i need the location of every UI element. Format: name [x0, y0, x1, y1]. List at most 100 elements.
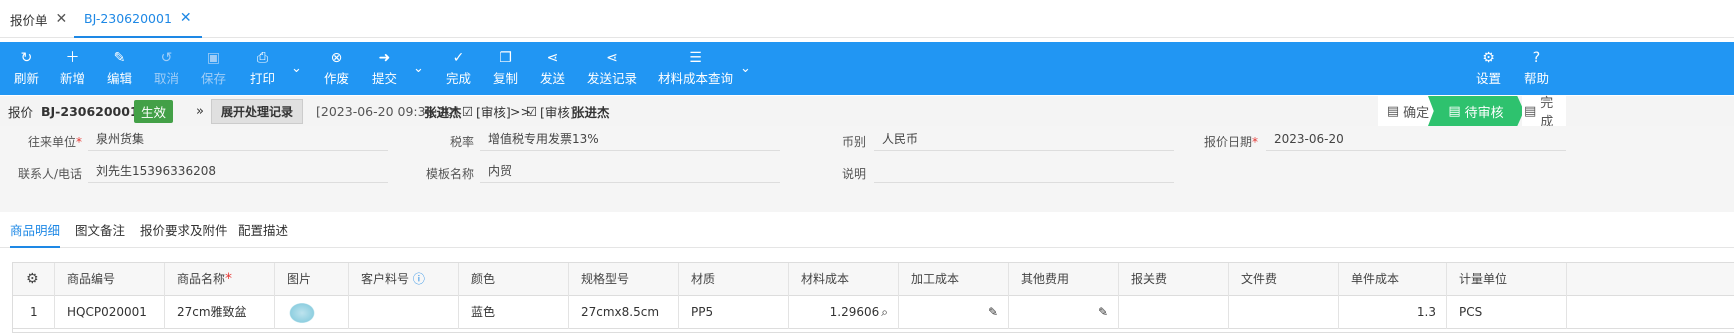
print-button[interactable]: ⎙ 打印: [250, 42, 275, 95]
cell-name[interactable]: 27cm雅致盆: [165, 296, 275, 329]
col-customer-no-text: 客户料号: [361, 272, 410, 286]
step-confirm: ▤ 确定: [1378, 96, 1438, 126]
cell-material-cost[interactable]: 1.29606 ⌕: [789, 296, 899, 329]
close-circle-icon: ⊗: [330, 50, 343, 66]
note-field[interactable]: [874, 159, 1174, 183]
save-button[interactable]: ▣ 保存: [201, 42, 226, 95]
col-name-text: 商品名称: [177, 272, 226, 286]
edit-button[interactable]: ✎ 编辑: [107, 42, 132, 95]
material-cost-value: 1.29606: [829, 305, 880, 319]
cell-code[interactable]: HQCP020001: [55, 296, 165, 329]
cell-other-cost[interactable]: ✎: [1009, 296, 1119, 329]
save-label: 保存: [201, 71, 227, 86]
checkbox-icon: ☑: [462, 103, 474, 119]
tax-field[interactable]: 增值税专用发票13%: [480, 127, 780, 151]
tab-quote-list[interactable]: 报价单 ✕: [10, 0, 67, 38]
product-thumbnail[interactable]: [287, 300, 317, 325]
date-label: 报价日期*: [1196, 133, 1258, 150]
status-badge: 生效: [134, 99, 174, 123]
copy-button[interactable]: ❐ 复制: [493, 42, 518, 95]
search-icon[interactable]: ⌕: [881, 305, 888, 319]
copy-icon: ❐: [499, 50, 512, 66]
cell-process-cost[interactable]: ✎: [899, 296, 1009, 329]
share-icon: ⋖: [546, 50, 559, 66]
refresh-button[interactable]: ↻ 刷新: [14, 42, 39, 95]
table-row[interactable]: 1 HQCP020001 27cm雅致盆 蓝色 27cmx8.5cm PP5 1…: [13, 296, 1734, 329]
submit-dropdown[interactable]: ⌄: [413, 42, 424, 95]
send-button[interactable]: ⋖ 发送: [540, 42, 565, 95]
finish-button[interactable]: ✓ 完成: [446, 42, 471, 95]
tab-config[interactable]: 配置描述: [238, 214, 288, 248]
partner-label: 往来单位*: [20, 133, 82, 150]
col-customs-fee: 报关费: [1119, 263, 1229, 296]
double-chevron-down-icon[interactable]: »: [196, 96, 204, 126]
col-code: 商品编号: [55, 263, 165, 296]
cell-customs-fee[interactable]: [1119, 296, 1229, 329]
expand-log-wrap: 展开处理记录: [211, 96, 304, 126]
close-icon[interactable]: ✕: [180, 10, 192, 26]
tab-product-detail[interactable]: 商品明细: [10, 214, 61, 248]
print-label: 打印: [250, 71, 276, 86]
document-icon: ▤: [1524, 103, 1537, 119]
doc-number: BJ-230620001: [41, 103, 139, 119]
print-dropdown[interactable]: ⌄: [291, 42, 302, 95]
list-icon: ☰: [689, 50, 702, 66]
submit-label: 提交: [372, 71, 398, 86]
gear-icon[interactable]: ⚙: [13, 263, 55, 296]
help-button[interactable]: ? 帮助: [1524, 42, 1549, 95]
date-label-text: 报价日期: [1203, 135, 1252, 149]
send-label: 发送: [540, 71, 566, 86]
add-button[interactable]: ＋ 新增: [60, 42, 85, 95]
log-user-2: 张进杰: [572, 104, 610, 120]
cell-doc-fee[interactable]: [1229, 296, 1339, 329]
send-log-button[interactable]: ⋖ 发送记录: [587, 42, 637, 95]
col-customer-no: 客户料号 ⓘ: [349, 263, 459, 296]
doc-type: 报价: [8, 104, 34, 120]
finish-label: 完成: [446, 71, 472, 86]
col-material-cost: 材料成本: [789, 263, 899, 296]
contact-label: 联系人/电话: [17, 167, 82, 181]
cell-color[interactable]: 蓝色: [459, 296, 569, 329]
contact-field[interactable]: 刘先生15396336208: [88, 159, 388, 183]
col-material: 材质: [679, 263, 789, 296]
required-mark: *: [225, 271, 233, 287]
cell-image[interactable]: [275, 296, 349, 329]
cell-material[interactable]: PP5: [679, 296, 789, 329]
col-spec: 规格型号: [569, 263, 679, 296]
note-label: 说明: [841, 167, 866, 181]
pencil-icon: ✎: [113, 50, 126, 66]
chevron-down-icon: ⌄: [291, 61, 302, 76]
submit-button[interactable]: ➜ 提交: [372, 42, 397, 95]
partner-field[interactable]: 泉州货集: [88, 127, 388, 151]
tab-quote-detail[interactable]: BJ-230620001 ✕: [74, 0, 202, 38]
currency-field[interactable]: 人民币: [874, 127, 1174, 151]
expand-log-button[interactable]: 展开处理记录: [211, 98, 304, 124]
tab-requirements[interactable]: 报价要求及附件: [140, 214, 228, 248]
cell-customer-no[interactable]: [349, 296, 459, 329]
table-header: ⚙ 商品编号 商品名称* 图片 客户料号 ⓘ 颜色 规格型号 材质 材料成本 加…: [13, 263, 1734, 296]
product-table: ⚙ 商品编号 商品名称* 图片 客户料号 ⓘ 颜色 规格型号 材质 材料成本 加…: [12, 262, 1734, 333]
pencil-icon[interactable]: ✎: [988, 305, 998, 319]
step-pending: ▤ 待审核: [1428, 96, 1524, 126]
template-field[interactable]: 内贸: [480, 159, 780, 183]
info-icon[interactable]: ⓘ: [413, 272, 425, 286]
date-field[interactable]: 2023-06-20: [1266, 127, 1566, 151]
cell-spec[interactable]: 27cmx8.5cm: [569, 296, 679, 329]
pencil-icon[interactable]: ✎: [1098, 305, 1108, 319]
void-button[interactable]: ⊗ 作废: [324, 42, 349, 95]
close-icon[interactable]: ✕: [56, 11, 68, 27]
cell-unit[interactable]: PCS: [1447, 296, 1567, 329]
settings-button[interactable]: ⚙ 设置: [1476, 42, 1501, 95]
help-icon: ?: [1532, 50, 1541, 66]
cancel-button[interactable]: ↺ 取消: [154, 42, 179, 95]
required-mark: *: [76, 135, 82, 149]
gear-icon: ⚙: [1482, 50, 1495, 66]
checkbox-icon: ☑: [526, 103, 538, 119]
share-icon: ⋖: [606, 50, 618, 66]
more-dropdown[interactable]: ⌄: [740, 42, 751, 95]
tab-notes[interactable]: 图文备注: [75, 214, 125, 248]
cell-unit-cost[interactable]: 1.3: [1339, 296, 1447, 329]
material-cost-button[interactable]: ☰ 材料成本查询: [658, 42, 733, 95]
tax-label: 税率: [449, 135, 474, 149]
material-cost-label: 材料成本查询: [658, 71, 734, 86]
